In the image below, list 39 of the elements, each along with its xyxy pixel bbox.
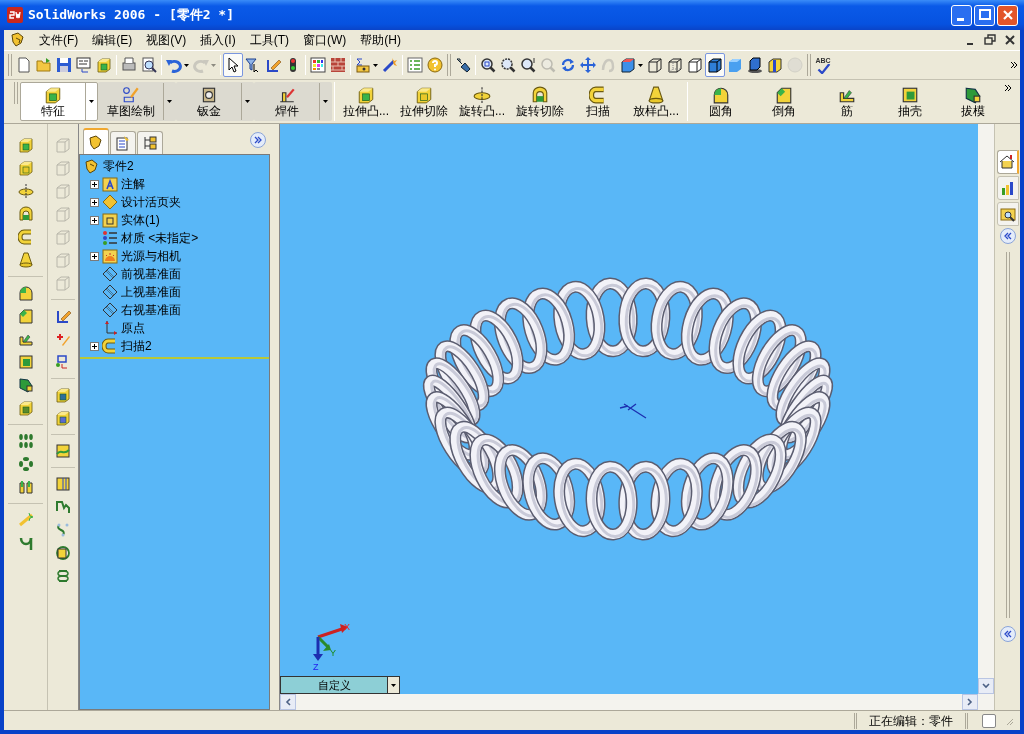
axis-label: Y xyxy=(330,648,336,658)
tree-item[interactable]: 右视基准面 xyxy=(121,301,181,319)
tree-item[interactable]: 扫描2 xyxy=(121,337,152,355)
tree-item[interactable]: 注解 xyxy=(121,175,145,193)
extrude-boss-button[interactable]: 拉伸凸... xyxy=(337,82,395,121)
axis-label: Z xyxy=(313,662,319,672)
tree-item[interactable]: 设计活页夹 xyxy=(121,193,181,211)
window-title: SolidWorks 2006 - [零件2 *] xyxy=(28,6,235,25)
view-orientation-dropdown[interactable]: 自定义 xyxy=(280,676,400,694)
loft-button[interactable]: 放样凸... xyxy=(627,82,685,121)
command-tab[interactable]: 特征 xyxy=(20,82,98,121)
sweep-button[interactable]: 扫描 xyxy=(569,82,627,121)
tree-item[interactable]: 零件2 xyxy=(103,157,134,175)
fillet-button[interactable]: 圆角 xyxy=(690,82,753,121)
menu-item[interactable]: 插入(I) xyxy=(193,31,243,49)
menu-item[interactable]: 视图(V) xyxy=(139,31,194,49)
command-tab[interactable]: 草图绘制 xyxy=(98,82,176,121)
menu-item[interactable]: 工具(T) xyxy=(242,31,296,49)
tree-item[interactable]: 光源与相机 xyxy=(121,247,181,265)
revolve-boss-button[interactable]: 旋转凸... xyxy=(453,82,511,121)
command-tab[interactable]: 钣金 xyxy=(176,82,254,121)
shell-button[interactable]: 抽壳 xyxy=(878,82,942,121)
menu-item[interactable]: 帮助(H) xyxy=(353,31,408,49)
revolve-cut-button[interactable]: 旋转切除 xyxy=(511,82,569,121)
menu-item[interactable]: 编辑(E) xyxy=(85,31,140,49)
command-tab[interactable]: 焊件 xyxy=(254,82,332,121)
rib-button[interactable]: 筋 xyxy=(815,82,879,121)
tree-item[interactable]: 原点 xyxy=(121,319,145,337)
menu-item[interactable]: 窗口(W) xyxy=(296,31,354,49)
menu-item[interactable]: 文件(F) xyxy=(32,31,86,49)
tree-item[interactable]: 实体(1) xyxy=(121,211,160,229)
tree-item[interactable]: 材质 <未指定> xyxy=(121,229,199,247)
axis-label: X xyxy=(344,622,350,632)
chamfer-button[interactable]: 倒角 xyxy=(752,82,816,121)
extrude-cut-button[interactable]: 拉伸切除 xyxy=(395,82,453,121)
status-text: 正在编辑：零件 xyxy=(868,712,954,730)
tree-item[interactable]: 上视基准面 xyxy=(121,283,181,301)
draft-button[interactable]: 拔模 xyxy=(941,82,1004,121)
tree-item[interactable]: 前视基准面 xyxy=(121,265,181,283)
